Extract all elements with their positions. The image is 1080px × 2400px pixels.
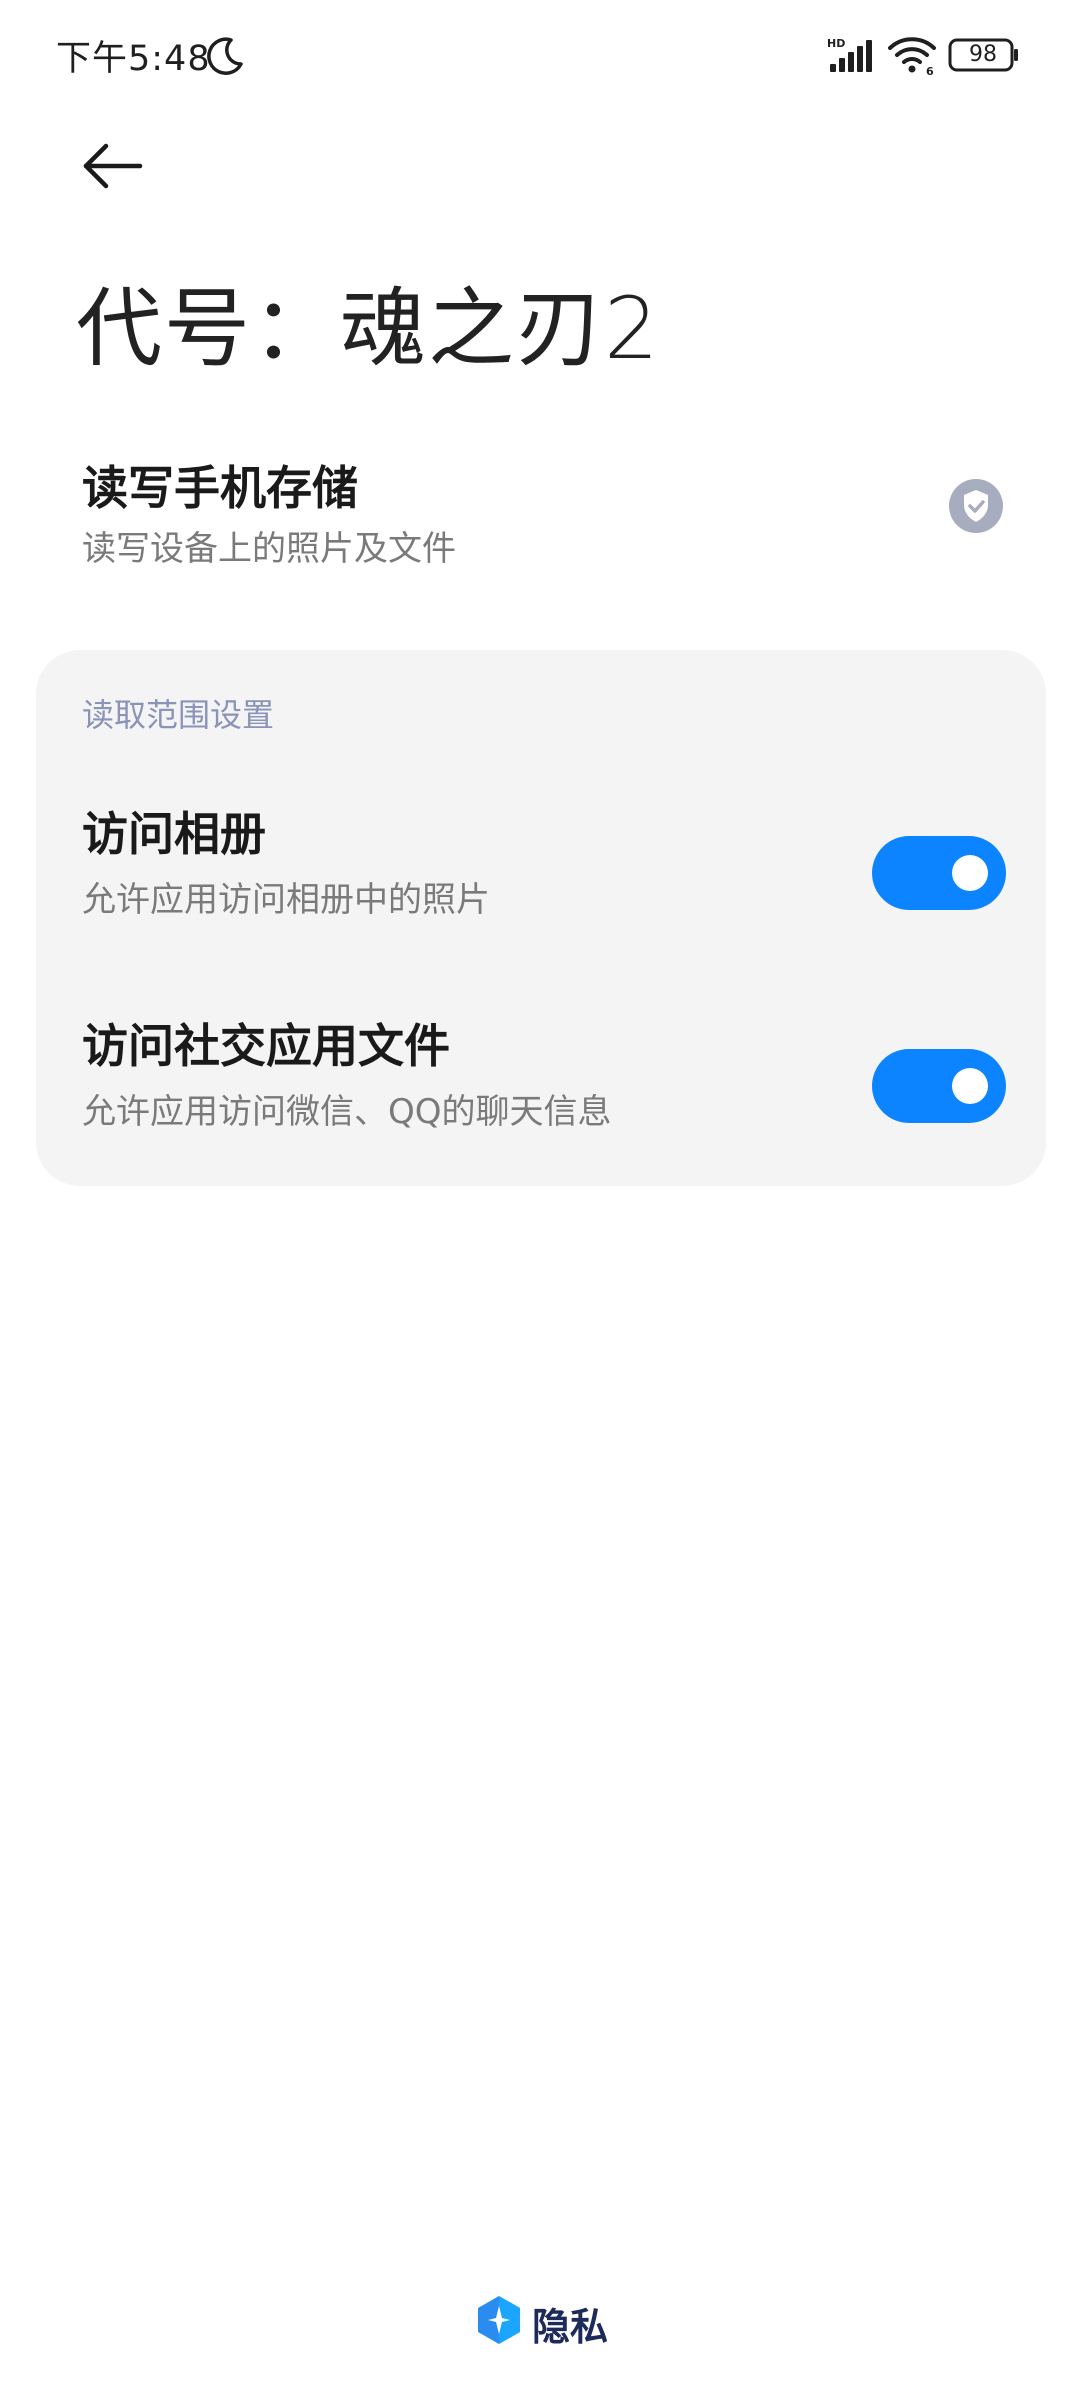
album-access-toggle[interactable] xyxy=(872,836,1006,910)
svg-text:6: 6 xyxy=(926,65,934,76)
status-bar: 下午5:48 HD 6 98 xyxy=(0,0,1080,110)
wifi-icon: 6 xyxy=(888,37,936,76)
storage-permission-subtitle: 读写设备上的照片及文件 xyxy=(82,529,456,569)
album-access-title: 访问相册 xyxy=(82,807,266,861)
hd-signal-icon: HD xyxy=(827,37,872,72)
shield-check-icon xyxy=(949,479,1003,533)
brand-name: 隐私 xyxy=(532,2305,609,2349)
arrow-left-icon xyxy=(83,143,143,189)
album-access-subtitle: 允许应用访问相册中的照片 xyxy=(82,880,490,920)
section-header: 读取范围设置 xyxy=(82,696,275,734)
privacy-shield-logo-icon xyxy=(478,2296,520,2344)
back-button[interactable] xyxy=(78,134,158,214)
battery-level: 98 xyxy=(969,42,997,67)
status-time: 下午5:48 xyxy=(56,39,211,79)
moon-icon xyxy=(207,37,243,75)
social-files-access-subtitle: 允许应用访问微信、QQ的聊天信息 xyxy=(82,1092,612,1132)
social-files-access-toggle[interactable] xyxy=(872,1049,1006,1123)
toggle-knob xyxy=(952,855,988,891)
storage-permission-title: 读写手机存储 xyxy=(82,461,358,515)
svg-text:HD: HD xyxy=(827,37,845,50)
toggle-knob xyxy=(952,1068,988,1104)
social-files-access-title: 访问社交应用文件 xyxy=(82,1019,450,1073)
page-title: 代号：魂之刃2 xyxy=(76,279,661,379)
